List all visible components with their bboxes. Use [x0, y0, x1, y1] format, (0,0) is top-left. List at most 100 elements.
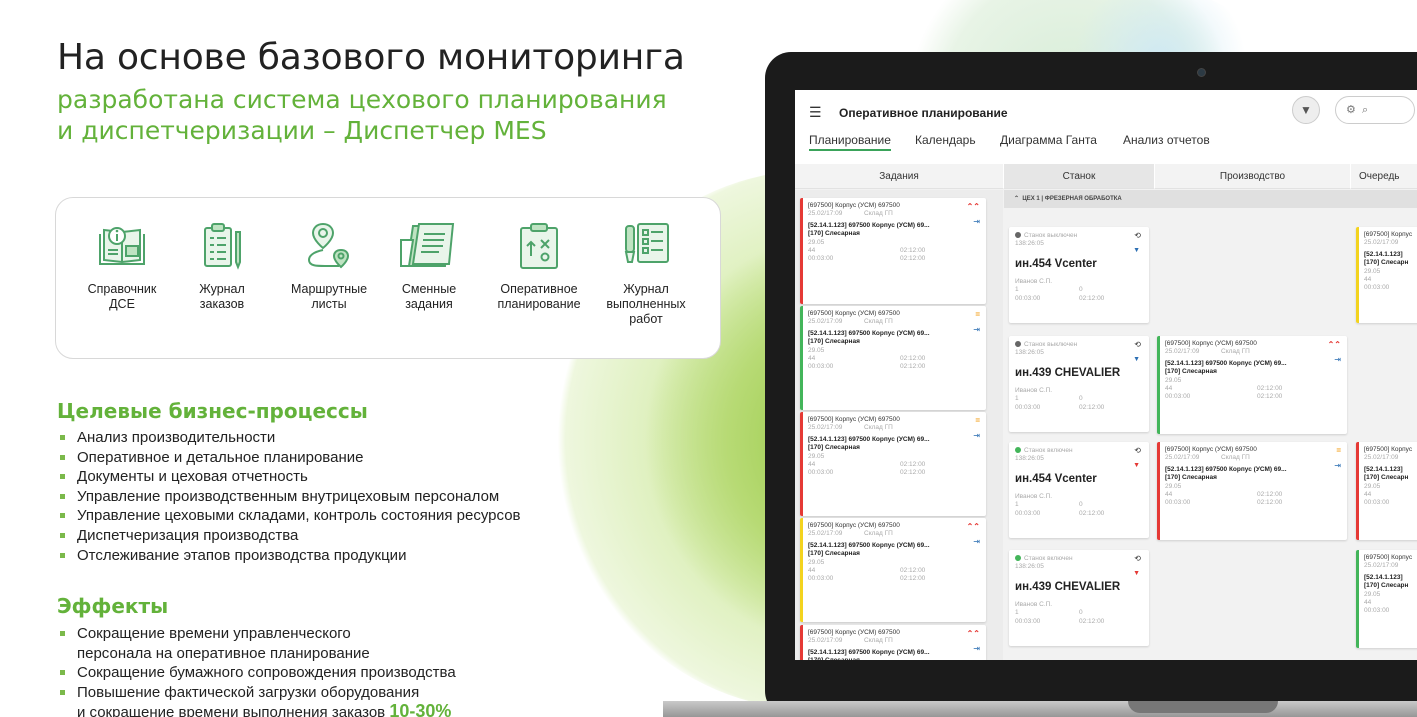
- module-completed-works: Журнал выполненных работ: [596, 220, 696, 327]
- tab-planning[interactable]: Планирование: [809, 133, 891, 151]
- card-oper: [170] Слесарная: [808, 338, 860, 346]
- assign-icon[interactable]: ⇥: [973, 431, 980, 440]
- card-oper: [170] Слесарн: [1364, 474, 1409, 482]
- card-value: 29.05: [1364, 590, 1381, 598]
- group-header: ⌃ ЦЕХ 1 | ФРЕЗЕРНАЯ ОБРАБОТКА: [1004, 190, 1417, 208]
- sync-icon[interactable]: ⟲: [1134, 446, 1141, 455]
- card-value: 29.05: [808, 452, 825, 460]
- card-value: 29.05: [1165, 376, 1182, 384]
- module-label: Маршрутные: [290, 282, 368, 296]
- card-row: 00:03:00 02:12:00: [808, 469, 926, 477]
- funnel-icon[interactable]: ▼: [1133, 462, 1140, 470]
- queue-card[interactable]: [697500] Корпус 25.02/17:09 [52.14.1.123…: [1356, 442, 1417, 540]
- sync-icon[interactable]: ⟲: [1134, 554, 1141, 563]
- funnel-icon[interactable]: ▼: [1133, 570, 1140, 578]
- task-card[interactable]: [697500] Корпус (УСМ) 697500 25.02/17:09…: [800, 306, 986, 410]
- tab-reports[interactable]: Анализ отчетов: [1123, 133, 1210, 147]
- effects-heading: Эффекты: [57, 594, 169, 618]
- column-header-tasks: Задания: [795, 164, 1003, 189]
- queue-card[interactable]: [697500] Корпус 25.02/17:09 [52.14.1.123…: [1356, 227, 1417, 323]
- module-label: заказов: [199, 297, 245, 311]
- module-shift-tasks: Сменные задания: [391, 220, 467, 312]
- machine-name: ин.454 Vcenter: [1015, 472, 1097, 485]
- card-head: [697500] Корпус (УСМ) 697500: [808, 310, 900, 317]
- list-item: Оперативное и детальное планирование: [57, 448, 521, 468]
- settings-icon[interactable]: ⚙: [1346, 104, 1356, 116]
- priority-icon: ⌃⌃: [966, 202, 980, 211]
- queue-card[interactable]: [697500] Корпус 25.02/17:09 [52.14.1.123…: [1356, 550, 1417, 648]
- priority-icon: =: [1336, 446, 1341, 455]
- machine-status: Станок выключен: [1015, 341, 1143, 349]
- task-card[interactable]: [697500] Корпус (УСМ) 697500 25.02/17:09…: [1157, 336, 1347, 434]
- sync-icon[interactable]: ⟲: [1134, 231, 1141, 240]
- card-value: 29.05: [808, 238, 825, 246]
- task-card[interactable]: [697500] Корпус (УСМ) 697500 25.02/17:09…: [800, 412, 986, 516]
- completed-works-icon: [624, 223, 669, 263]
- card-operation: [52.14.1.123]: [1364, 250, 1403, 258]
- list-item: Документы и цеховая отчетность: [57, 467, 521, 487]
- card-oper: [170] Слесарн: [1364, 259, 1409, 267]
- card-date: 25.02/17:09 Склад ГП: [808, 210, 893, 218]
- module-orders: Журнал заказов: [184, 220, 260, 312]
- assign-icon[interactable]: ⇥: [973, 644, 980, 653]
- machine-card[interactable]: Станок включен 138:26:05 ин.439 CHEVALIE…: [1009, 550, 1149, 646]
- card-value: 29.05: [1165, 482, 1182, 490]
- machine-row: 10: [1015, 286, 1083, 294]
- list-item: Сокращение бумажного сопровождения произ…: [57, 663, 456, 683]
- slide: На основе базового мониторинга разработа…: [0, 0, 1417, 717]
- status-bar: [1157, 442, 1160, 540]
- card-value: 44: [1364, 491, 1372, 499]
- funnel-icon[interactable]: ▼: [1133, 247, 1140, 255]
- search-icon[interactable]: ⌕: [1362, 104, 1368, 116]
- task-card[interactable]: [697500] Корпус (УСМ) 697500 25.02/17:09…: [800, 198, 986, 304]
- card-date: 25.02/17:09: [1364, 239, 1399, 247]
- assign-icon[interactable]: ⇥: [1334, 355, 1341, 364]
- card-operation: [52.14.1.123] 697500 Корпус (УСМ) 69...: [808, 648, 930, 656]
- tab-gantt[interactable]: Диаграмма Ганта: [1000, 133, 1097, 147]
- column-header-queue: Очередь: [1351, 164, 1417, 189]
- priority-icon: ⌃⌃: [966, 629, 980, 638]
- card-value: 00:03:00: [1364, 499, 1390, 507]
- machine-sub: 138:26:05: [1015, 563, 1044, 571]
- card-head: [697500] Корпус (УСМ) 697500: [808, 629, 900, 636]
- group-label: ЦЕХ 1 | ФРЕЗЕРНАЯ ОБРАБОТКА: [1022, 196, 1122, 202]
- task-card[interactable]: [697500] Корпус (УСМ) 697500 25.02/17:09…: [800, 625, 986, 660]
- tab-calendar[interactable]: Календарь: [915, 133, 976, 147]
- machine-row: 10: [1015, 395, 1083, 403]
- card-date: 25.02/17:09 Склад ГП: [808, 637, 893, 645]
- task-card[interactable]: [697500] Корпус (УСМ) 697500 25.02/17:09…: [800, 518, 986, 622]
- card-oper: [170] Слесарная: [808, 230, 860, 238]
- order-journal-icon: [204, 223, 241, 270]
- assign-icon[interactable]: ⇥: [973, 325, 980, 334]
- machine-row: 00:03:00 02:12:00: [1015, 403, 1105, 411]
- list-item: Сокращение времени управленческого персон…: [57, 624, 456, 663]
- laptop-base: [663, 701, 1417, 717]
- status-dot: [1015, 555, 1021, 561]
- card-row: 44 02:12:00: [808, 355, 926, 363]
- list-item-text: Сокращение времени управленческого: [77, 625, 351, 642]
- assign-icon[interactable]: ⇥: [973, 217, 980, 226]
- search-input[interactable]: ⚙ ⌕: [1335, 96, 1415, 124]
- funnel-icon[interactable]: ▼: [1133, 356, 1140, 364]
- filter-icon[interactable]: ▼: [1292, 96, 1320, 124]
- machine-worker: Иванов С.П.: [1015, 277, 1053, 285]
- card-head: [697500] Корпус (УСМ) 697500: [1165, 446, 1257, 453]
- machine-card[interactable]: Станок выключен 138:26:05 ин.439 CHEVALI…: [1009, 336, 1149, 432]
- machine-card[interactable]: Станок включен 138:26:05 ин.454 Vcenter …: [1009, 442, 1149, 538]
- card-row: 00:03:00 02:12:00: [1165, 499, 1283, 507]
- card-value: 00:03:00: [1364, 284, 1390, 292]
- machine-row: 10: [1015, 501, 1083, 509]
- status-bar: [800, 306, 803, 410]
- assign-icon[interactable]: ⇥: [973, 537, 980, 546]
- card-row: 00:03:00 02:12:00: [1165, 393, 1283, 401]
- card-head: [697500] Корпус (УСМ) 697500: [808, 202, 900, 209]
- card-row: 00:03:00 02:12:00: [808, 255, 926, 263]
- card-operation: [52.14.1.123] 697500 Корпус (УСМ) 69...: [808, 221, 930, 229]
- status-dot: [1015, 232, 1021, 238]
- card-head: [697500] Корпус (УСМ) 697500: [1165, 340, 1257, 347]
- sync-icon[interactable]: ⟲: [1134, 340, 1141, 349]
- assign-icon[interactable]: ⇥: [1334, 461, 1341, 470]
- menu-icon[interactable]: ☰: [809, 104, 822, 121]
- task-card[interactable]: [697500] Корпус (УСМ) 697500 25.02/17:09…: [1157, 442, 1347, 540]
- machine-card[interactable]: Станок выключен 138:26:05 ин.454 Vcenter…: [1009, 227, 1149, 323]
